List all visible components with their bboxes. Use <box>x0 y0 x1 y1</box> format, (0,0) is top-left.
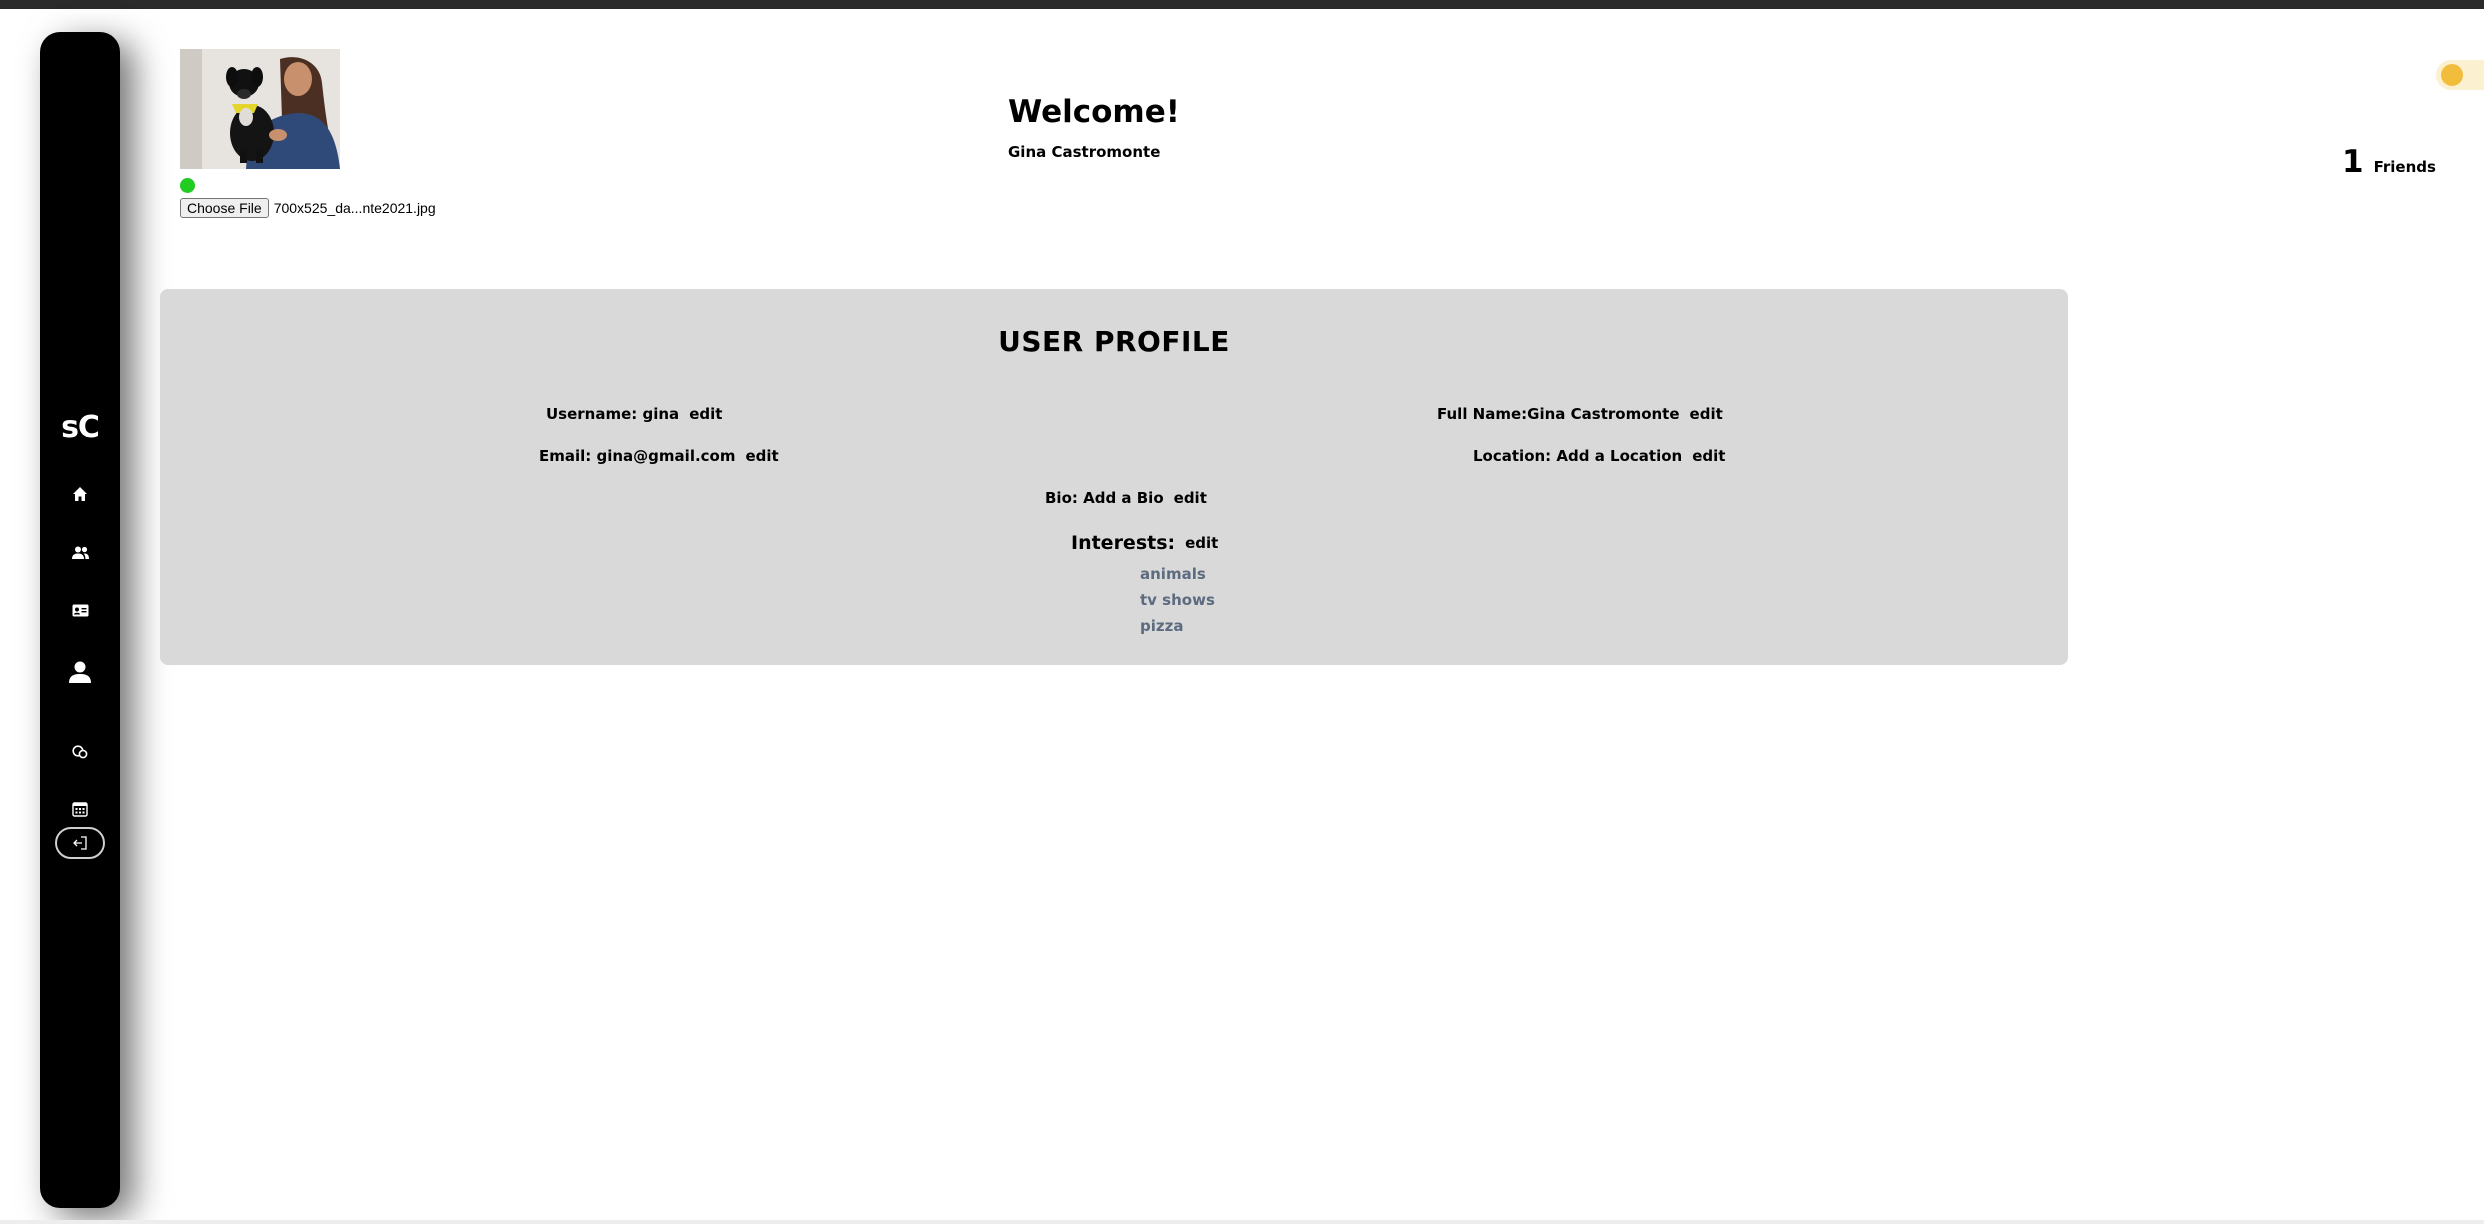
browser-top-bar <box>0 0 2484 9</box>
interest-item[interactable]: pizza <box>1140 617 1183 635</box>
theme-toggle-knob <box>2441 64 2463 86</box>
logout-icon <box>73 836 87 850</box>
choose-file-button[interactable]: Choose File <box>180 198 269 218</box>
interest-item[interactable]: tv shows <box>1140 591 1215 609</box>
friends-count: 1 <box>2342 144 2364 180</box>
page-bottom-border <box>0 1220 2484 1224</box>
edit-email-button[interactable]: edit <box>745 447 778 465</box>
welcome-user-name: Gina Castromonte <box>1008 143 1161 161</box>
friends-counter[interactable]: 1 Friends <box>2342 144 2436 180</box>
file-upload: Choose File 700x525_da...nte2021.jpg <box>180 197 436 219</box>
edit-bio-button[interactable]: edit <box>1174 489 1207 507</box>
username-field: Username: gina edit <box>546 405 722 423</box>
interests-label: Interests: <box>1071 532 1176 554</box>
bio-label: Bio: Add a Bio <box>1045 489 1164 507</box>
sidebar: sC <box>40 32 120 1208</box>
bio-field: Bio: Add a Bio edit <box>1045 489 1207 507</box>
location-field: Location: Add a Location edit <box>1473 447 1725 465</box>
username-label: Username: gina <box>546 405 680 423</box>
home-icon[interactable] <box>67 481 93 507</box>
friends-label: Friends <box>2373 158 2436 176</box>
full-name-label: Full Name:Gina Castromonte <box>1437 405 1680 423</box>
interest-item[interactable]: animals <box>1140 565 1206 583</box>
user-icon[interactable] <box>67 659 93 685</box>
chat-bubbles-icon[interactable] <box>67 739 93 765</box>
user-profile-card: USER PROFILE Username: gina edit Full Na… <box>160 289 2068 665</box>
profile-photo <box>180 49 340 169</box>
email-label: Email: gina@gmail.com <box>539 447 736 465</box>
location-label: Location: Add a Location <box>1473 447 1683 465</box>
edit-full-name-button[interactable]: edit <box>1690 405 1723 423</box>
selected-file-name: 700x525_da...nte2021.jpg <box>273 200 436 216</box>
online-status-dot <box>180 178 195 193</box>
edit-interests-button[interactable]: edit <box>1185 534 1218 552</box>
edit-location-button[interactable]: edit <box>1692 447 1725 465</box>
theme-toggle[interactable] <box>2436 60 2484 90</box>
interests-field: Interests: edit <box>1071 532 1218 554</box>
welcome-heading: Welcome! <box>1008 94 1180 130</box>
id-card-icon[interactable] <box>67 597 93 623</box>
edit-username-button[interactable]: edit <box>689 405 722 423</box>
full-name-field: Full Name:Gina Castromonte edit <box>1437 405 1723 423</box>
email-field: Email: gina@gmail.com edit <box>539 447 779 465</box>
calendar-icon[interactable] <box>67 796 93 822</box>
people-icon[interactable] <box>67 539 93 565</box>
profile-title: USER PROFILE <box>998 325 1230 358</box>
app-logo: sC <box>61 410 100 445</box>
logout-button[interactable] <box>55 827 105 859</box>
